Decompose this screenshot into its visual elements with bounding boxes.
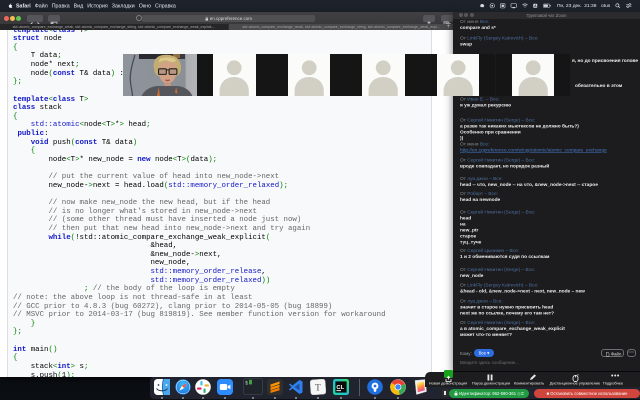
svg-text:CL: CL — [336, 385, 344, 391]
svg-text:T: T — [315, 384, 321, 394]
